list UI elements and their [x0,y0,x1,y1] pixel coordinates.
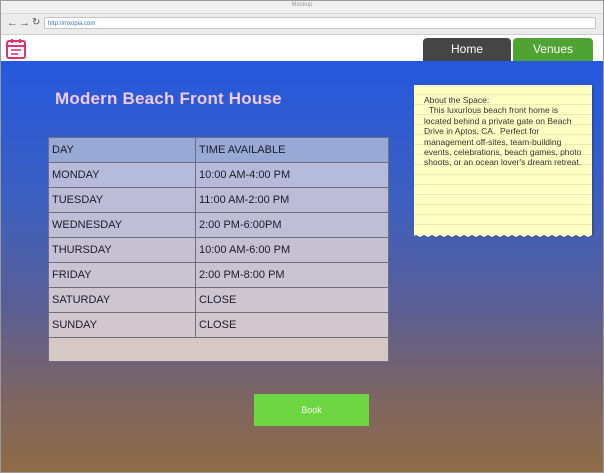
page-title: Modern Beach Front House [55,89,282,108]
window-title: Mockup [291,2,313,8]
empty-cell [48,337,389,362]
browser-window: Mockup ← → ↻ http://mxopia.com Home Venu… [0,0,604,473]
arrow-right-icon[interactable]: → [19,16,30,30]
table-row: WEDNESDAY 2:00 PM-6:00PM [48,212,389,238]
table-row: MONDAY 10:00 AM-4:00 PM [48,162,389,188]
time-cell: 2:00 PM-8:00 PM [195,262,389,288]
reload-icon[interactable]: ↻ [32,16,40,30]
day-cell: TUESDAY [48,187,196,213]
table-row: TUESDAY 11:00 AM-2:00 PM [48,187,389,213]
day-cell: SATURDAY [48,287,196,313]
url-field[interactable]: http://mxopia.com [44,17,596,29]
table-row: SUNDAY CLOSE [48,312,389,338]
note-torn-edge [414,232,592,237]
about-sticky-note: About the Space: This luxurious beach fr… [414,85,592,235]
day-cell: WEDNESDAY [48,212,196,238]
book-button[interactable]: Book [254,394,369,426]
day-cell: SUNDAY [48,312,196,338]
availability-table: DAY TIME AVAILABLE MONDAY 10:00 AM-4:00 … [48,137,389,362]
column-header-day: DAY [48,137,196,163]
about-text: About the Space: This luxurious beach fr… [424,95,582,168]
day-cell: FRIDAY [48,262,196,288]
time-cell: 10:00 AM-4:00 PM [195,162,389,188]
day-cell: MONDAY [48,162,196,188]
venue-content: Modern Beach Front House DAY TIME AVAILA… [1,61,603,472]
time-cell: 2:00 PM-6:00PM [195,212,389,238]
column-header-time: TIME AVAILABLE [195,137,389,163]
table-row: SATURDAY CLOSE [48,287,389,313]
table-row: THURSDAY 10:00 AM-6:00 PM [48,237,389,263]
time-cell: CLOSE [195,287,389,313]
browser-navbar: ← → ↻ http://mxopia.com [1,14,603,35]
calendar-icon[interactable] [5,38,27,60]
day-cell: THURSDAY [48,237,196,263]
table-row: FRIDAY 2:00 PM-8:00 PM [48,262,389,288]
table-header-row: DAY TIME AVAILABLE [48,137,389,163]
time-cell: 10:00 AM-6:00 PM [195,237,389,263]
tab-venues[interactable]: Venues [513,38,593,61]
arrow-left-icon[interactable]: ← [7,16,18,30]
time-cell: 11:00 AM-2:00 PM [195,187,389,213]
window-titlebar: Mockup [1,1,603,14]
time-cell: CLOSE [195,312,389,338]
tab-home[interactable]: Home [423,38,511,61]
table-empty-row [48,337,389,362]
